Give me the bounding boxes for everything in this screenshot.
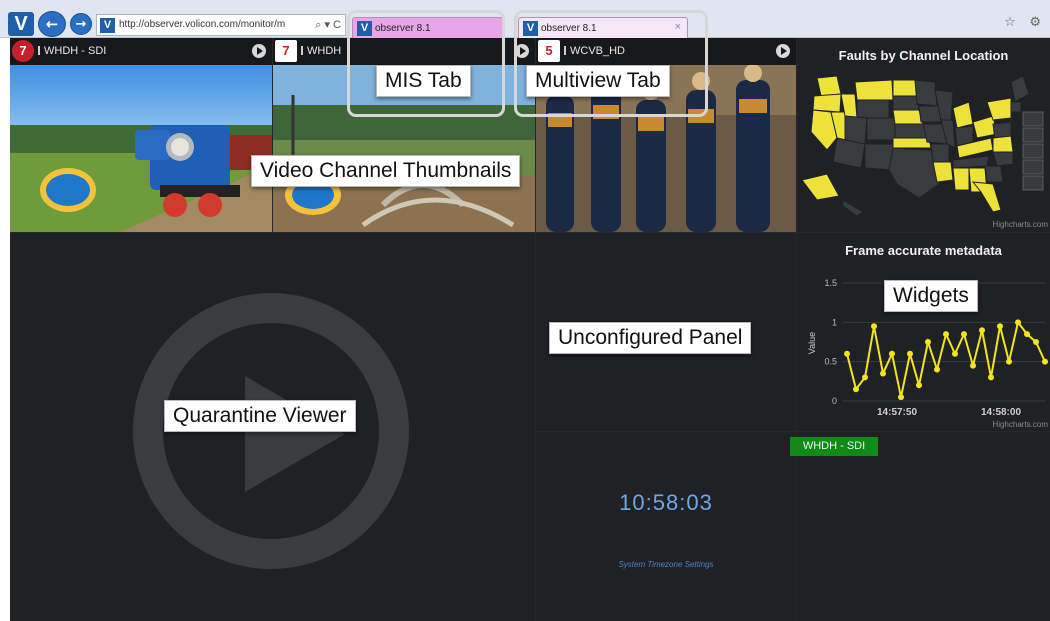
mis-tab-frame <box>347 10 505 117</box>
y-tick-label: 0.5 <box>824 357 837 367</box>
data-point <box>970 362 976 369</box>
us-map <box>801 75 1044 217</box>
map-credit: Highcharts.com <box>992 220 1048 229</box>
play-icon[interactable] <box>776 44 790 58</box>
data-point <box>925 339 931 345</box>
data-point <box>1033 339 1039 345</box>
clock-panel <box>536 432 796 621</box>
callout-multiview-tab: Multiview Tab <box>526 65 670 97</box>
y-tick-label: 1 <box>832 317 837 327</box>
data-point <box>934 366 940 373</box>
data-point <box>916 382 922 389</box>
url-text[interactable]: http://observer.volicon.com/monitor/m <box>119 19 299 30</box>
data-point <box>907 350 913 357</box>
callout-mis-tab: MIS Tab <box>376 65 471 97</box>
video-frame-train <box>10 65 272 232</box>
data-point <box>1024 331 1030 338</box>
channel-name: WHDH - SDI <box>38 45 106 57</box>
y-axis-label: Value <box>807 332 817 354</box>
data-point <box>943 331 949 338</box>
callout-widgets: Widgets <box>884 280 978 312</box>
video-thumbnail-whdh-sdi[interactable]: 7 WHDH - SDI <box>10 38 272 232</box>
data-point <box>862 374 868 381</box>
y-tick-label: 1.5 <box>824 278 837 288</box>
x-tick-label: 14:58:00 <box>981 407 1021 418</box>
address-actions-icon[interactable]: ⌕ ▾ C <box>315 18 341 32</box>
data-point <box>1015 319 1021 326</box>
data-point <box>961 331 967 338</box>
multiview-dashboard: 7 WHDH - SDI 7 WHDH 5 WCVB_HD Faults by … <box>10 38 1050 621</box>
timezone-settings-link[interactable]: System Timezone Settings <box>536 560 796 569</box>
clock-time: 10:58:03 <box>619 490 713 515</box>
volicon-logo-icon: V <box>8 12 34 36</box>
channel-logo-icon: 7 <box>12 40 34 62</box>
multiview-tab-frame <box>514 10 708 117</box>
channel-panel[interactable] <box>797 432 1050 621</box>
chart-credit: Highcharts.com <box>992 420 1048 429</box>
faults-map-widget[interactable]: Faults by Channel Location Highcharts.co… <box>797 38 1050 232</box>
play-icon[interactable] <box>252 44 266 58</box>
callout-unconfigured: Unconfigured Panel <box>549 322 752 354</box>
callout-thumbnails: Video Channel Thumbnails <box>251 155 521 187</box>
data-point <box>988 374 994 381</box>
map-title: Faults by Channel Location <box>838 48 1009 63</box>
address-bar[interactable]: V http://observer.volicon.com/monitor/m … <box>96 14 346 36</box>
data-point <box>1006 358 1012 365</box>
data-point <box>880 370 886 377</box>
y-tick-label: 0 <box>832 396 837 406</box>
chart-title: Frame accurate metadata <box>845 243 1002 258</box>
data-point <box>889 350 895 357</box>
data-point <box>898 394 904 401</box>
data-point <box>979 327 985 334</box>
channel-badge[interactable]: WHDH - SDI <box>790 437 878 456</box>
data-point <box>952 350 958 357</box>
data-point <box>871 323 877 330</box>
channel-logo-icon: 7 <box>275 40 297 62</box>
data-point <box>853 386 859 393</box>
callout-quarantine: Quarantine Viewer <box>164 400 356 432</box>
data-point <box>844 350 850 357</box>
channel-name: WHDH <box>301 45 341 57</box>
x-tick-label: 14:57:50 <box>877 407 917 418</box>
forward-button[interactable]: → <box>70 13 92 35</box>
data-point <box>1042 358 1048 365</box>
favorites-settings-icon[interactable]: ☆ ⚙ <box>1004 14 1046 30</box>
site-favicon-icon: V <box>100 18 115 33</box>
data-point <box>997 323 1003 330</box>
metadata-chart-widget[interactable]: Frame accurate metadata 0 0.5 1 1.5 Value 14:… <box>797 233 1050 431</box>
video-header: 7 WHDH - SDI <box>10 38 272 65</box>
back-button[interactable]: ← <box>38 11 66 37</box>
